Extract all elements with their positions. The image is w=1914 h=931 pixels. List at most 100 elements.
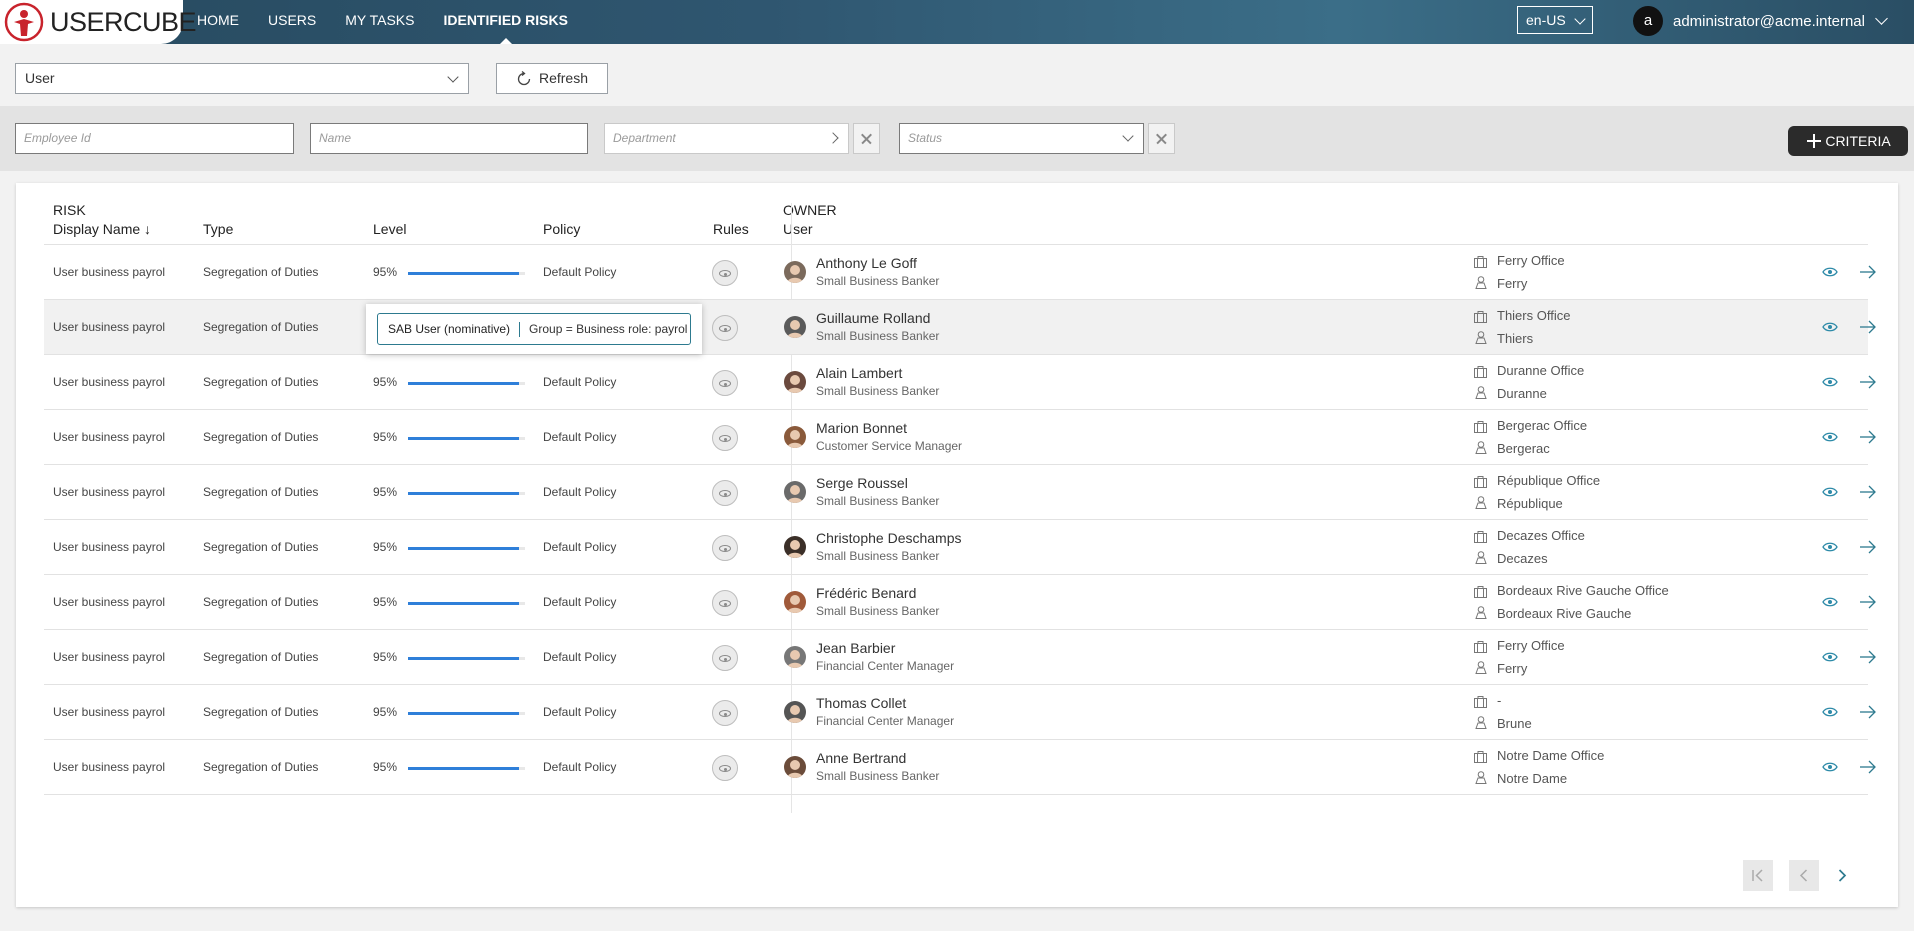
- owner-name[interactable]: Alain Lambert: [816, 365, 902, 382]
- rules-eye-button[interactable]: [712, 370, 738, 396]
- eye-icon: [719, 765, 731, 772]
- person-icon: [1475, 441, 1487, 454]
- first-page-button[interactable]: [1743, 860, 1773, 891]
- owner-name[interactable]: Jean Barbier: [816, 640, 895, 657]
- employee-id-input[interactable]: Employee Id: [15, 123, 294, 154]
- risk-level-fill: [408, 602, 520, 605]
- refresh-button[interactable]: Refresh: [496, 63, 608, 94]
- table-row[interactable]: User business payrol Segregation of Duti…: [44, 355, 1876, 410]
- next-page-button[interactable]: [1827, 860, 1857, 891]
- owner-name[interactable]: Serge Roussel: [816, 475, 908, 492]
- person-icon: [1475, 386, 1487, 399]
- table-row[interactable]: User business payrol Segregation of Duti…: [44, 575, 1876, 630]
- department-picker[interactable]: Department: [604, 123, 849, 154]
- view-eye-icon[interactable]: [1822, 376, 1838, 388]
- entity-type-select[interactable]: User: [15, 63, 469, 94]
- eye-icon: [719, 545, 731, 552]
- arrow-right-icon[interactable]: [1859, 265, 1877, 279]
- arrow-right-icon[interactable]: [1859, 485, 1877, 499]
- table-row[interactable]: User business payrol Segregation of Duti…: [44, 740, 1876, 795]
- brand-logo[interactable]: USERCUBE: [0, 0, 197, 44]
- risk-type: Segregation of Duties: [203, 760, 319, 774]
- owner-name[interactable]: Christophe Deschamps: [816, 530, 962, 547]
- rules-eye-button[interactable]: [712, 425, 738, 451]
- nav-users[interactable]: USERS: [268, 0, 316, 44]
- view-eye-icon[interactable]: [1822, 266, 1838, 278]
- column-user[interactable]: User: [783, 220, 813, 238]
- arrow-right-icon[interactable]: [1859, 375, 1877, 389]
- table-row[interactable]: User business payrol Segregation of Duti…: [44, 245, 1876, 300]
- rules-eye-button[interactable]: [712, 645, 738, 671]
- nav-my-tasks[interactable]: MY TASKS: [345, 0, 414, 44]
- owner-name[interactable]: Anthony Le Goff: [816, 255, 917, 272]
- risk-level-fill: [408, 272, 520, 275]
- view-eye-icon[interactable]: [1822, 761, 1838, 773]
- owner-name[interactable]: Thomas Collet: [816, 695, 906, 712]
- risk-policy: Default Policy: [543, 485, 617, 499]
- table-row[interactable]: User business payrol Segregation of Duti…: [44, 300, 1876, 355]
- user-menu[interactable]: a administrator@acme.internal: [1633, 5, 1888, 37]
- view-eye-icon[interactable]: [1822, 486, 1838, 498]
- owner-name[interactable]: Frédéric Benard: [816, 585, 916, 602]
- chevron-right-icon: [827, 132, 839, 144]
- rules-eye-button[interactable]: [712, 480, 738, 506]
- table-row[interactable]: User business payrol Segregation of Duti…: [44, 685, 1876, 740]
- view-eye-icon[interactable]: [1822, 541, 1838, 553]
- owner-site: Bordeaux Rive Gauche: [1497, 606, 1632, 621]
- column-type[interactable]: Type: [203, 220, 233, 238]
- criteria-button[interactable]: CRITERIA: [1788, 126, 1908, 156]
- owner-office: Thiers Office: [1497, 308, 1571, 323]
- arrow-right-icon[interactable]: [1859, 540, 1877, 554]
- column-display-name[interactable]: Display Name ↓: [53, 220, 151, 238]
- table-row[interactable]: User business payrol Segregation of Duti…: [44, 630, 1876, 685]
- column-level[interactable]: Level: [373, 220, 406, 238]
- rules-eye-button[interactable]: [712, 755, 738, 781]
- rules-eye-button[interactable]: [712, 590, 738, 616]
- risk-level-value: 95%: [373, 760, 398, 774]
- owner-office: Ferry Office: [1497, 638, 1565, 653]
- owner-avatar: [784, 371, 806, 393]
- view-eye-icon[interactable]: [1822, 651, 1838, 663]
- arrow-right-icon[interactable]: [1859, 650, 1877, 664]
- clear-status-button[interactable]: [1148, 123, 1175, 154]
- view-eye-icon[interactable]: [1822, 706, 1838, 718]
- office-icon: [1474, 531, 1487, 543]
- arrow-right-icon[interactable]: [1859, 705, 1877, 719]
- clear-department-button[interactable]: [853, 123, 880, 154]
- rules-eye-button[interactable]: [712, 535, 738, 561]
- name-input[interactable]: Name: [310, 123, 588, 154]
- view-eye-icon[interactable]: [1822, 431, 1838, 443]
- view-eye-icon[interactable]: [1822, 596, 1838, 608]
- table-row[interactable]: User business payrol Segregation of Duti…: [44, 520, 1876, 575]
- rules-eye-button[interactable]: [712, 700, 738, 726]
- risk-display-name: User business payrol: [53, 485, 166, 499]
- owner-site: Ferry: [1497, 276, 1528, 291]
- arrow-right-icon[interactable]: [1859, 320, 1877, 334]
- eye-icon: [719, 600, 731, 607]
- arrow-right-icon[interactable]: [1859, 595, 1877, 609]
- owner-site: Duranne: [1497, 386, 1547, 401]
- arrow-right-icon[interactable]: [1859, 760, 1877, 774]
- nav-identified-risks[interactable]: IDENTIFIED RISKS: [443, 0, 568, 44]
- office-icon: [1474, 311, 1487, 323]
- owner-name[interactable]: Anne Bertrand: [816, 750, 906, 767]
- view-eye-icon[interactable]: [1822, 321, 1838, 333]
- rules-eye-button[interactable]: [712, 260, 738, 286]
- nav-home[interactable]: HOME: [197, 0, 239, 44]
- column-policy[interactable]: Policy: [543, 220, 580, 238]
- table-row[interactable]: User business payrol Segregation of Duti…: [44, 465, 1876, 520]
- prev-page-button[interactable]: [1789, 860, 1819, 891]
- criteria-label: CRITERIA: [1825, 133, 1891, 149]
- risk-level-value: 95%: [373, 540, 398, 554]
- risk-display-name: User business payrol: [53, 595, 166, 609]
- table-row[interactable]: User business payrol Segregation of Duti…: [44, 410, 1876, 465]
- prev-page-icon: [1799, 869, 1808, 882]
- owner-name[interactable]: Marion Bonnet: [816, 420, 907, 437]
- language-select[interactable]: en-US: [1517, 6, 1593, 34]
- owner-name[interactable]: Guillaume Rolland: [816, 310, 930, 327]
- eye-icon: [719, 490, 731, 497]
- arrow-right-icon[interactable]: [1859, 430, 1877, 444]
- risk-type: Segregation of Duties: [203, 375, 319, 389]
- status-select[interactable]: Status: [899, 123, 1144, 154]
- rules-eye-button[interactable]: [712, 315, 738, 341]
